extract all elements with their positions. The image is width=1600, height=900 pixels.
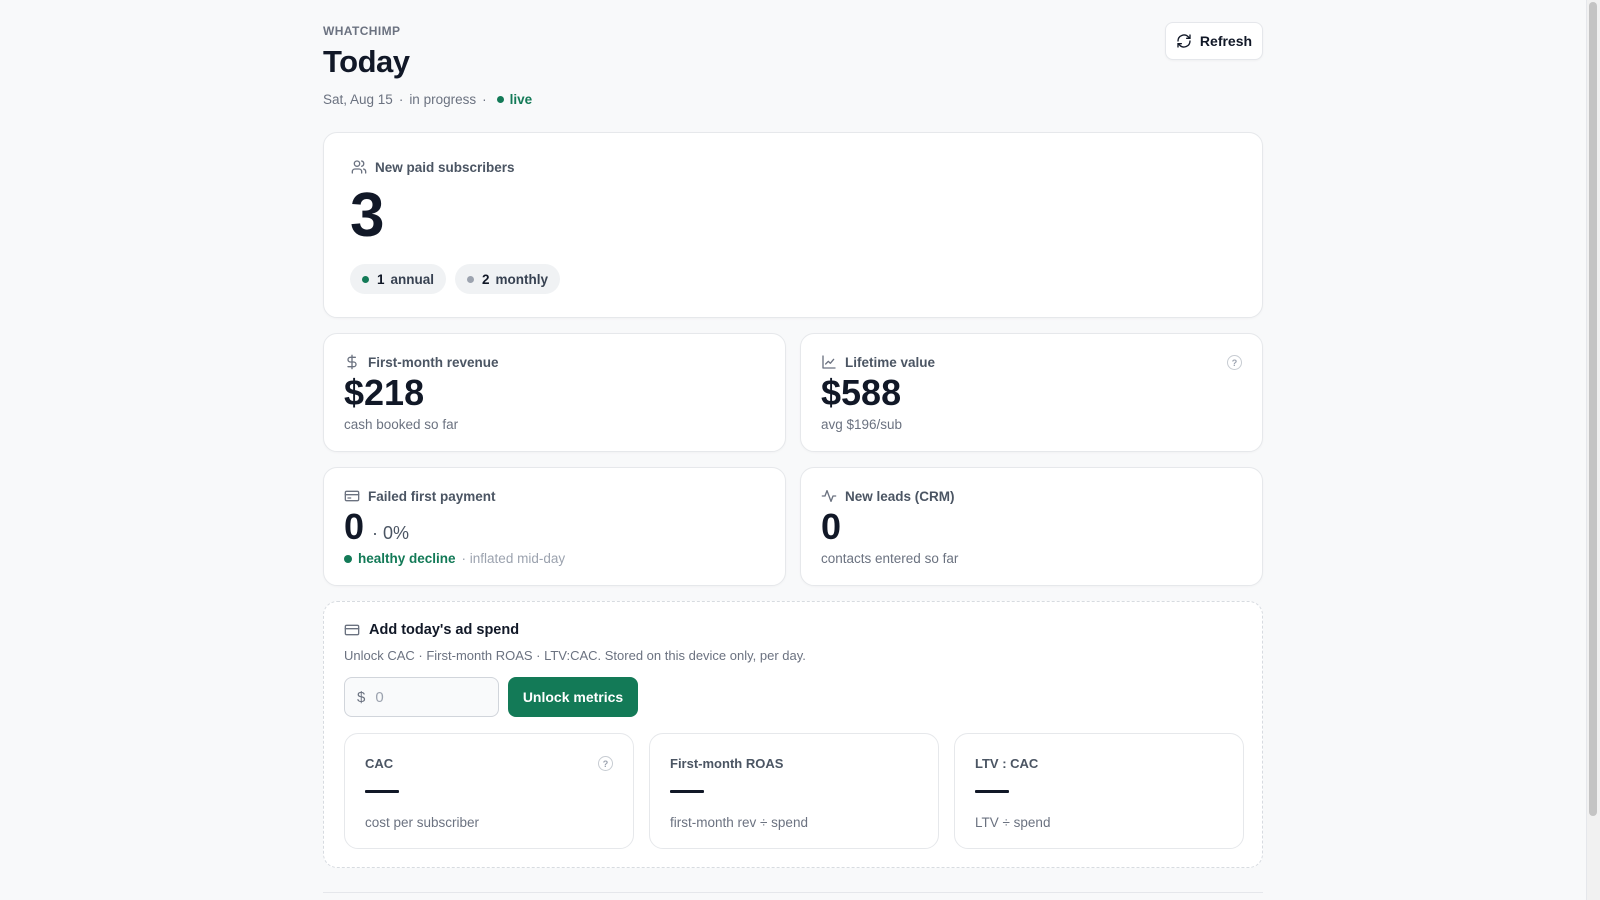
- failed-payment-card: Failed first payment 0 · 0% healthy decl…: [323, 467, 786, 586]
- ltv-cac-sub: LTV ÷ spend: [975, 815, 1051, 830]
- ad-spend-title: Add today's ad spend: [369, 622, 520, 638]
- subtitle-separator: ·: [482, 92, 487, 107]
- new-leads-card: New leads (CRM) 0 contacts entered so fa…: [800, 467, 1263, 586]
- activity-icon: [821, 488, 837, 504]
- refresh-label: Refresh: [1199, 33, 1253, 49]
- ltv-cac-label: LTV : CAC: [975, 756, 1039, 771]
- roas-card: First-month ROAS first-month rev ÷ spend: [649, 733, 939, 849]
- line-chart-icon: [821, 354, 837, 370]
- healthy-dot: [344, 554, 352, 563]
- roas-empty-value: [670, 790, 704, 793]
- ad-spend-card: Add today's ad spend Unlock CAC · First-…: [323, 601, 1263, 868]
- leads-label: New leads (CRM): [845, 488, 955, 504]
- ltv-cac-card: LTV : CAC LTV ÷ spend: [954, 733, 1244, 849]
- monthly-label: monthly: [495, 271, 549, 287]
- revenue-sub: cash booked so far: [344, 417, 459, 432]
- wallet-card-icon: [344, 622, 360, 638]
- dollar-icon: [344, 354, 360, 370]
- lifetime-value-card: Lifetime value ? $588 avg $196/sub: [800, 333, 1263, 452]
- failed-rate: · 0%: [372, 523, 410, 543]
- live-label: live: [509, 92, 533, 107]
- brand-name: WHATCHIMP: [323, 24, 401, 38]
- ad-spend-field[interactable]: $: [344, 677, 499, 717]
- page-header: WHATCHIMP Today Sat, Aug 15 · in progres…: [323, 0, 1263, 133]
- unlock-metrics-button[interactable]: Unlock metrics: [508, 677, 638, 717]
- leads-sub: contacts entered so far: [821, 551, 959, 566]
- page-title: Today: [323, 44, 410, 79]
- failed-value: 0 · 0%: [344, 506, 410, 547]
- monthly-count: 2: [482, 271, 490, 287]
- section-divider: [323, 892, 1263, 893]
- annual-count: 1: [377, 271, 385, 287]
- credit-card-icon: [344, 488, 360, 504]
- refresh-icon: [1176, 33, 1192, 49]
- failed-status: healthy decline · inflated mid-day: [344, 551, 565, 566]
- monthly-dot: [467, 275, 475, 283]
- dashboard: WHATCHIMP Today Sat, Aug 15 · in progres…: [323, 0, 1263, 893]
- ltv-label: Lifetime value: [845, 354, 936, 370]
- ad-spend-description: Unlock CAC · First-month ROAS · LTV:CAC.…: [344, 648, 806, 663]
- ltv-help-icon[interactable]: ?: [1227, 355, 1242, 370]
- cac-card: CAC ? cost per subscriber: [344, 733, 634, 849]
- ltv-cac-empty-value: [975, 790, 1009, 793]
- page-subtitle: Sat, Aug 15 · in progress · live: [323, 92, 532, 107]
- cac-label: CAC: [365, 756, 394, 771]
- monthly-pill: 2 monthly: [455, 264, 561, 294]
- cac-help-icon[interactable]: ?: [598, 756, 613, 771]
- revenue-value: $218: [344, 372, 425, 413]
- ad-spend-input[interactable]: [375, 688, 476, 706]
- refresh-button[interactable]: Refresh: [1165, 22, 1263, 60]
- page-scrollbar[interactable]: [1586, 0, 1600, 900]
- cac-empty-value: [365, 790, 399, 793]
- failed-note: · inflated mid-day: [461, 551, 566, 566]
- annual-dot: [362, 275, 369, 283]
- new-subscribers-label: New paid subscribers: [375, 159, 515, 175]
- new-subscribers-card: New paid subscribers 3 1 annual 2 monthl…: [323, 132, 1263, 318]
- roas-sub: first-month rev ÷ spend: [670, 815, 808, 830]
- ltv-sub: avg $196/sub: [821, 417, 903, 432]
- annual-label: annual: [390, 271, 435, 287]
- ltv-value: $588: [821, 372, 902, 413]
- new-subscribers-value: 3: [350, 181, 385, 250]
- cac-sub: cost per subscriber: [365, 815, 480, 830]
- leads-value: 0: [821, 506, 842, 547]
- healthy-label: healthy decline: [358, 551, 456, 566]
- plan-breakdown: 1 annual 2 monthly: [350, 264, 561, 294]
- live-indicator-dot: [496, 96, 504, 103]
- first-month-revenue-card: First-month revenue $218 cash booked so …: [323, 333, 786, 452]
- annual-pill: 1 annual: [350, 264, 447, 294]
- roas-label: First-month ROAS: [670, 756, 784, 771]
- day-status: in progress: [409, 92, 477, 107]
- scrollbar-thumb[interactable]: [1589, 2, 1597, 816]
- current-date: Sat, Aug 15: [323, 92, 393, 107]
- users-icon: [351, 159, 367, 175]
- revenue-label: First-month revenue: [368, 354, 499, 370]
- subtitle-separator: ·: [398, 92, 404, 107]
- currency-symbol: $: [357, 688, 366, 706]
- failed-label: Failed first payment: [368, 488, 496, 504]
